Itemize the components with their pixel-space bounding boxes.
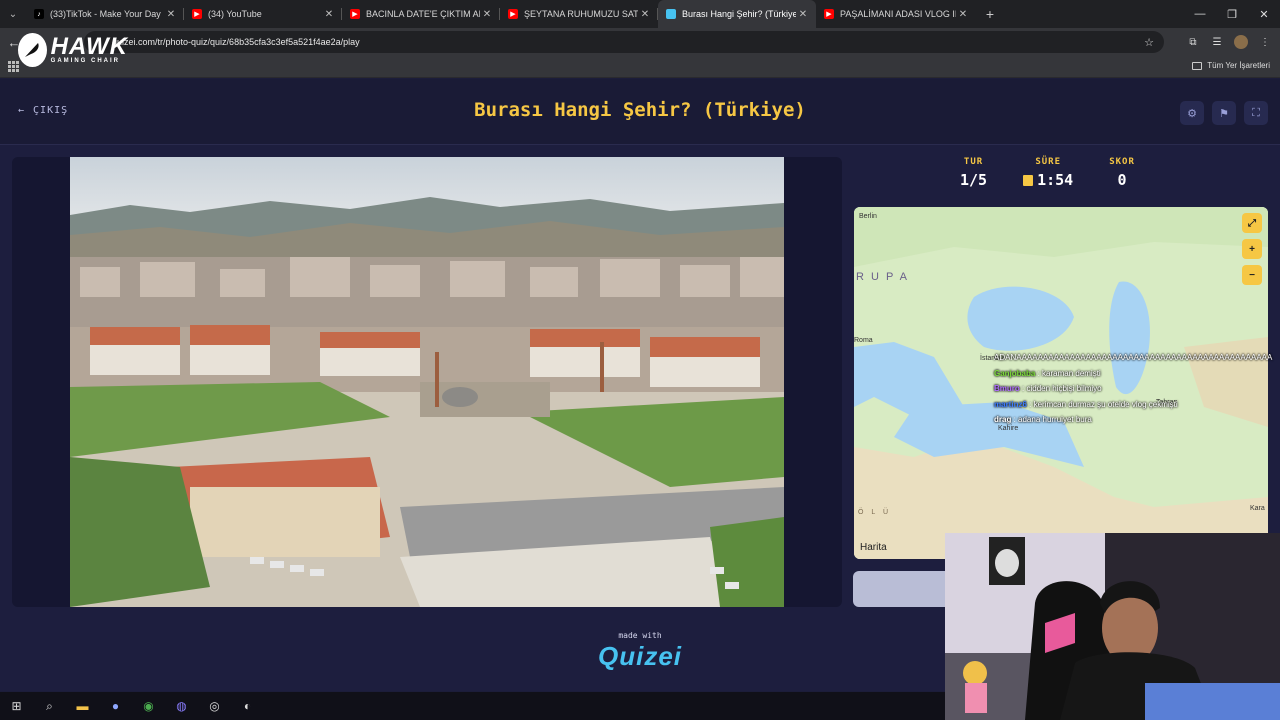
tiktok-icon: ♪ [34,9,44,19]
address-bar[interactable]: quizei.com/tr/photo-quiz/quiz/68b35cfa3c… [84,31,1164,53]
report-flag-icon[interactable]: ⚑ [1212,101,1236,125]
extensions-icon[interactable]: ⧉ [1186,35,1200,49]
steam-icon[interactable]: ◐ [231,692,264,720]
quiz-header: ← ÇIKIŞ Burası Hangi Şehir? (Türkiye) ⚙ … [0,79,1280,145]
minimize-icon[interactable]: — [1184,0,1216,28]
expand-map-icon[interactable]: ⤢ [1242,213,1262,233]
quizei-icon [666,9,676,19]
url-text: quizei.com/tr/photo-quiz/quiz/68b35cfa3c… [112,37,360,47]
youtube-icon: ▶ [824,9,834,19]
tab-video-2[interactable]: ▶ ŞEYTANA RUHUMUZU SATTIK ✕ [500,0,658,28]
feather-icon [18,33,47,67]
settings-gear-icon[interactable]: ⚙ [1180,101,1204,125]
round-stat: TUR 1/5 [960,157,988,189]
chat-message: drag : adana hurruiyet bura [994,415,1092,424]
close-icon[interactable]: ✕ [164,9,178,20]
app-icon[interactable]: ● [99,692,132,720]
webcam-overlay [945,533,1280,720]
all-bookmarks[interactable]: Tüm Yer İşaretleri [1192,61,1270,70]
folder-icon [1192,61,1203,70]
chat-message: martinz6 : kerimcan durmaz şu otelde vlo… [994,399,1178,409]
tab-search-chevron-icon[interactable]: ⌄ [0,0,26,28]
city-photo [70,157,784,607]
stream-chat-overlay: ADANAAAAAAAAAAAAAAAAAAAAAAAAAAAAAAAAAAAA… [994,350,1280,428]
close-icon[interactable]: ✕ [480,9,494,20]
discord-icon[interactable]: ◍ [165,692,198,720]
zoom-in-icon[interactable]: + [1242,239,1262,259]
profile-avatar[interactable] [1234,35,1248,49]
close-icon[interactable]: ✕ [638,9,652,20]
youtube-icon: ▶ [350,9,360,19]
menu-dots-icon[interactable]: ⋮ [1258,35,1272,49]
window-controls: — ❐ ✕ [1184,0,1280,28]
file-explorer-icon[interactable]: ▬ [66,692,99,720]
youtube-icon: ▶ [192,9,202,19]
tab-tiktok[interactable]: ♪ (33)TikTok - Make Your Day ✕ [26,0,184,28]
obs-icon[interactable]: ◎ [198,692,231,720]
windows-start-icon[interactable]: ⊞ [0,692,33,720]
restore-icon[interactable]: ❐ [1216,0,1248,28]
guess-button[interactable] [853,571,953,607]
timer-stat: SÜRE 1:54 [1023,157,1073,189]
close-icon[interactable]: ✕ [956,9,970,20]
chat-message: ADANAAAAAAAAAAAAAAAAAAAAAAAAAAAAAAAAAAAA… [994,353,1273,362]
close-icon[interactable]: ✕ [322,9,336,20]
browser-toolbar: ← quizei.com/tr/photo-quiz/quiz/68b35cfa… [0,28,1280,56]
close-icon[interactable]: ✕ [796,9,810,20]
chat-message: Bmuro : cidden hiçbişi bilmiyo [994,384,1102,393]
bookmark-star-icon[interactable]: ☆ [1144,36,1154,49]
zoom-out-icon[interactable]: − [1242,265,1262,285]
tab-quizei-active[interactable]: Burası Hangi Şehir? (Türkiye) - Q ✕ [658,0,816,28]
hourglass-icon [1023,174,1034,186]
hawk-logo: HAWK GAMING CHAIR [18,30,128,70]
tab-video-3[interactable]: ▶ PAŞALİMANI ADASI VLOG II - Yo ✕ [816,0,976,28]
youtube-icon: ▶ [508,9,518,19]
windows-taskbar: ⊞ ⌕ ▬ ● ◉ ◍ ◎ ◐ [0,692,945,720]
browser-tabstrip: ⌄ ♪ (33)TikTok - Make Your Day ✕ ▶ (34) … [0,0,1280,28]
fullscreen-icon[interactable]: ⛶ [1244,101,1268,125]
chrome-icon[interactable]: ◉ [132,692,165,720]
new-tab-button[interactable]: + [976,6,1004,22]
search-icon[interactable]: ⌕ [33,692,66,720]
quiz-title: Burası Hangi Şehir? (Türkiye) [474,99,806,121]
map-attribution: Harita [860,542,887,553]
media-icon[interactable]: ☰ [1210,35,1224,49]
tab-youtube[interactable]: ▶ (34) YouTube ✕ [184,0,342,28]
tab-video-1[interactable]: ▶ BACINLA DATE'E ÇIKTIM ALİ BİR ✕ [342,0,500,28]
close-window-icon[interactable]: ✕ [1248,0,1280,28]
quiz-stats: TUR 1/5 SÜRE 1:54 SKOR 0 [960,157,1135,189]
score-stat: SKOR 0 [1109,157,1135,189]
chat-message: Ganjobaba : karaman demişti [994,368,1101,378]
photo-panel [12,157,842,607]
bookmarks-bar: Tüm Yer İşaretleri [0,56,1280,78]
